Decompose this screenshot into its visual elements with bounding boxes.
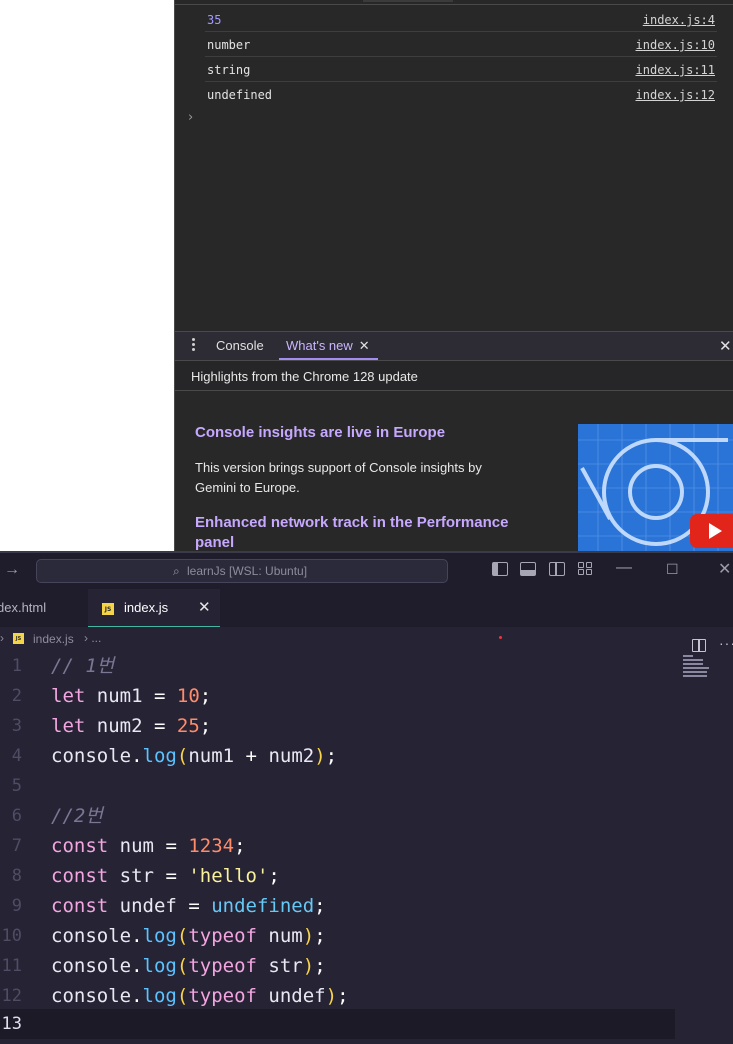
- minimize-icon[interactable]: —: [616, 559, 632, 577]
- command-center-label: learnJs [WSL: Ubuntu]: [187, 564, 308, 578]
- close-tab-icon[interactable]: ✕: [198, 589, 211, 627]
- code-text: console.log(num1 + num2);: [51, 745, 338, 767]
- code-line: 2 let num1 = 10;: [0, 681, 733, 711]
- code-line: 8 const str = 'hello';: [0, 861, 733, 891]
- minimap[interactable]: [683, 655, 709, 677]
- code-line: 12 console.log(typeof undef);: [0, 981, 733, 1011]
- kebab-menu-icon[interactable]: [189, 338, 197, 354]
- toggle-secondary-sidebar-icon[interactable]: [549, 562, 565, 576]
- javascript-file-icon: JS: [102, 603, 114, 615]
- code-line: 1 // 1번: [0, 651, 733, 681]
- line-number: 11: [1, 956, 22, 976]
- customize-layout-icon[interactable]: [578, 562, 594, 576]
- console-source-link[interactable]: index.js:10: [636, 38, 715, 52]
- toggle-primary-sidebar-icon[interactable]: [492, 562, 508, 576]
- line-number: 5: [11, 776, 22, 796]
- drawer-tab-bar: Console What's new ✕ ✕: [175, 331, 733, 361]
- close-window-icon[interactable]: ✕: [718, 559, 731, 579]
- code-text: console.log(typeof num);: [51, 925, 326, 947]
- line-number: 6: [11, 806, 22, 826]
- console-log-value: string: [207, 63, 251, 77]
- whats-new-item-body: This version brings support of Console i…: [195, 460, 482, 495]
- title-bar: → ⌕ learnJs [WSL: Ubuntu] — ☐ ✕: [0, 551, 733, 589]
- code-line: 10 console.log(typeof num);: [0, 921, 733, 951]
- code-line: 5: [0, 771, 733, 801]
- line-number: 12: [1, 986, 22, 1006]
- vscode-window: → ⌕ learnJs [WSL: Ubuntu] — ☐ ✕ dex.html …: [0, 551, 733, 1044]
- code-line: 6 //2번: [0, 801, 733, 831]
- console-log-value: undefined: [207, 88, 273, 102]
- code-editor[interactable]: 1 // 1번 2 let num1 = 10; 3 let num2 = 25; 4…: [0, 651, 733, 1044]
- code-line: 4 console.log(num1 + num2);: [0, 741, 733, 771]
- console-log-value: number: [207, 38, 251, 52]
- code-line-current[interactable]: 13: [0, 1009, 675, 1039]
- code-line: 7 const num = 1234;: [0, 831, 733, 861]
- highlights-header: Highlights from the Chrome 128 update: [175, 361, 733, 391]
- whats-new-video-thumbnail[interactable]: [578, 424, 733, 551]
- console-source-link[interactable]: index.js:12: [636, 88, 715, 102]
- code-text: let num1 = 10;: [51, 685, 212, 707]
- console-source-link[interactable]: index.js:4: [643, 13, 715, 27]
- code-text: //2번: [51, 805, 103, 827]
- whats-new-item-title-cont[interactable]: panel: [195, 534, 234, 551]
- breadcrumb-file[interactable]: index.js: [33, 632, 74, 646]
- forward-arrow-icon[interactable]: →: [4, 561, 20, 579]
- devtools-top-strip: [175, 0, 733, 5]
- devtools-panel: 35 index.js:4 number index.js:10 string …: [174, 0, 733, 551]
- search-icon: ⌕: [173, 564, 180, 578]
- console-source-link[interactable]: index.js:11: [636, 63, 715, 77]
- tab-index-js[interactable]: JS index.js ✕: [88, 589, 220, 627]
- tab-whats-new-label: What's new: [286, 338, 353, 353]
- console-log-row: 35 index.js:4: [205, 8, 717, 32]
- line-number: 4: [11, 746, 22, 766]
- editor-tab-bar: dex.html JS index.js ✕ ···: [0, 589, 733, 652]
- close-drawer-icon[interactable]: ✕: [719, 337, 733, 355]
- tab-label: dex.html: [0, 600, 47, 615]
- line-number: 3: [11, 716, 22, 736]
- close-icon[interactable]: ✕: [359, 338, 370, 353]
- tab-whats-new[interactable]: What's new ✕: [279, 332, 378, 360]
- line-number: 1: [11, 656, 22, 676]
- console-log-value: 35: [207, 13, 222, 27]
- line-number: 8: [11, 866, 22, 886]
- line-number: 2: [11, 686, 22, 706]
- command-center[interactable]: ⌕ learnJs [WSL: Ubuntu]: [36, 559, 448, 583]
- tab-label: index.js: [124, 600, 169, 615]
- code-text: const str = 'hello';: [51, 865, 280, 887]
- chrome-artwork-icon: [578, 424, 733, 551]
- line-number: 10: [1, 926, 22, 946]
- code-line: 9 const undef = undefined;: [0, 891, 733, 921]
- code-text: console.log(typeof undef);: [51, 985, 349, 1007]
- console-log-row: undefined index.js:12: [205, 83, 717, 107]
- code-line: 11 console.log(typeof str);: [0, 951, 733, 981]
- code-text: let num2 = 25;: [51, 715, 212, 737]
- line-number: 13: [1, 1014, 22, 1034]
- javascript-file-icon: JS: [13, 633, 24, 644]
- toggle-panel-icon[interactable]: [520, 562, 536, 576]
- whats-new-item-title[interactable]: Console insights are live in Europe: [195, 424, 445, 441]
- tab-index-html[interactable]: dex.html: [0, 589, 88, 627]
- console-log-row: number index.js:10: [205, 33, 717, 57]
- code-text: console.log(typeof str);: [51, 955, 326, 977]
- breadcrumb: › JS index.js › ...: [0, 629, 733, 649]
- highlights-title: Highlights from the Chrome 128 update: [191, 369, 418, 384]
- whats-new-item-title[interactable]: Enhanced network track in the Performanc…: [195, 514, 508, 531]
- code-text: const num = 1234;: [51, 835, 246, 857]
- console-log-row: string index.js:11: [205, 58, 717, 82]
- line-number: 9: [11, 896, 22, 916]
- code-text: const undef = undefined;: [51, 895, 326, 917]
- chevron-right-icon: ›: [0, 631, 4, 645]
- maximize-icon[interactable]: ☐: [666, 561, 679, 578]
- console-prompt-icon[interactable]: ›: [188, 110, 193, 125]
- line-number: 7: [11, 836, 22, 856]
- scroll-indicator: [363, 0, 453, 2]
- breadcrumb-symbol[interactable]: › ...: [84, 631, 101, 645]
- tab-console[interactable]: Console: [216, 338, 264, 353]
- code-line: 3 let num2 = 25;: [0, 711, 733, 741]
- code-text: // 1번: [51, 655, 115, 677]
